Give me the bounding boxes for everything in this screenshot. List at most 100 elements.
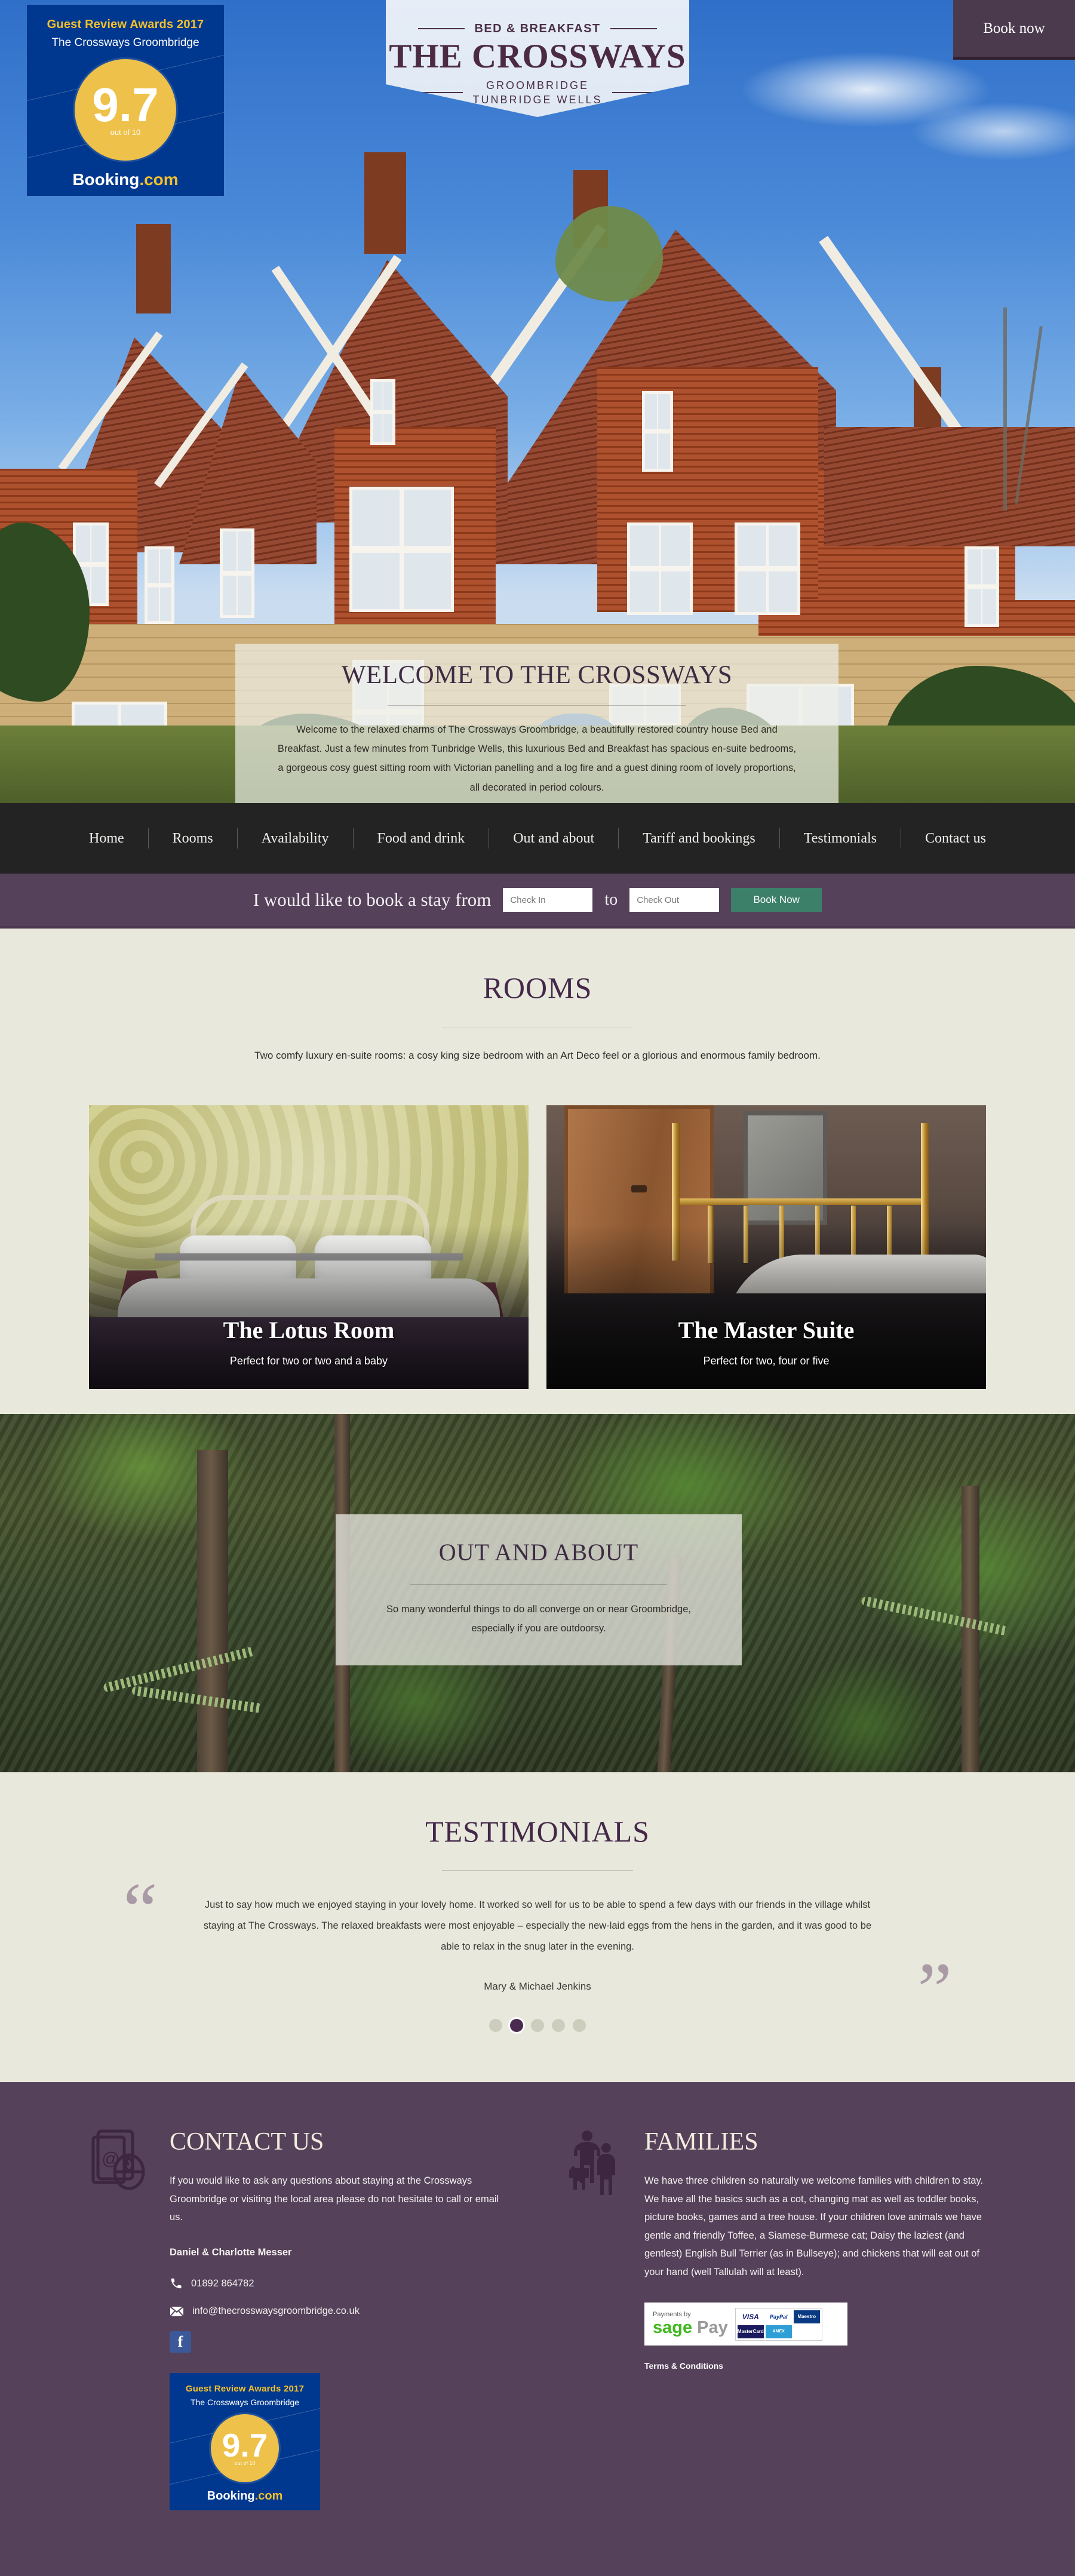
testimonial-pagination [0, 2019, 1075, 2033]
welcome-body: Welcome to the relaxed charms of The Cro… [277, 724, 797, 793]
rule-right [610, 28, 657, 29]
maestro-icon: Maestro [793, 2310, 820, 2323]
nav-item-availability[interactable]: Availability [238, 831, 353, 847]
nav-list: Home Rooms Availability Food and drink O… [65, 828, 1010, 849]
footer-badge-score-outof: out of 10 [234, 2460, 256, 2467]
contact-envelope-mouse-icon: @ [90, 2128, 149, 2510]
sagepay-badge: Payments by sage Pay VISA PayPal Maestro… [644, 2303, 847, 2346]
out-and-about-section: OUT AND ABOUT So many wonderful things t… [0, 1414, 1075, 1773]
page-root: Guest Review Awards 2017 The Crossways G… [0, 0, 1075, 2576]
testimonial-dot-5[interactable] [573, 2019, 586, 2033]
footer-badge-score-value: 9.7 [222, 2426, 268, 2464]
families-title: FAMILIES [644, 2128, 758, 2156]
room-caption-lotus: The Lotus Room Perfect for two or two an… [89, 1316, 529, 1367]
booking-bar-to: to [604, 890, 618, 909]
booking-bar: I would like to book a stay from to Book… [0, 874, 1075, 929]
out-and-about-divider [410, 1584, 667, 1585]
nav-link-testimonials[interactable]: Testimonials [780, 831, 901, 847]
out-and-about-panel: OUT AND ABOUT So many wonderful things t… [336, 1514, 742, 1666]
room-name-master: The Master Suite [678, 1317, 855, 1344]
family-with-dog-icon [564, 2128, 624, 2510]
nav-link-rooms[interactable]: Rooms [149, 831, 237, 847]
paypal-icon: PayPal [765, 2310, 792, 2323]
nav-item-out-and-about[interactable]: Out and about [489, 831, 618, 847]
amex-icon: AMEX [765, 2325, 792, 2338]
welcome-panel: WELCOME TO THE CROSSWAYS Welcome to the … [235, 644, 838, 803]
nav-link-contact-us[interactable]: Contact us [901, 831, 1010, 847]
room-name-lotus: The Lotus Room [223, 1317, 395, 1344]
footer-families-column: FAMILIES We have three children so natur… [564, 2128, 985, 2510]
book-now-button[interactable]: Book now [953, 0, 1075, 60]
logo-kicker: BED & BREAKFAST [418, 22, 657, 36]
booking-bar-submit-button[interactable]: Book Now [731, 888, 822, 912]
out-and-about-body: So many wonderful things to do all conve… [386, 1604, 691, 1634]
nav-link-availability[interactable]: Availability [238, 831, 353, 847]
nav-item-contact-us[interactable]: Contact us [901, 831, 1010, 847]
mastercard-icon: MasterCard [737, 2325, 764, 2338]
room-card-master[interactable]: The Master Suite Perfect for two, four o… [546, 1105, 986, 1390]
rule-left [418, 28, 465, 29]
contact-email-address: info@thecrosswaysgroombridge.co.uk [192, 2306, 360, 2317]
contact-body: CONTACT US If you would like to ask any … [170, 2128, 511, 2511]
accepted-cards: VISA PayPal Maestro MasterCard AMEX [735, 2307, 822, 2341]
nav-item-food-and-drink[interactable]: Food and drink [354, 831, 489, 847]
rooms-grid: The Lotus Room Perfect for two or two an… [0, 1105, 1075, 1390]
visa-icon: VISA [737, 2310, 764, 2323]
badge-score-circle: 9.7 out of 10 [75, 59, 176, 161]
main-navigation: Home Rooms Availability Food and drink O… [0, 803, 1075, 874]
welcome-divider [388, 705, 686, 706]
booking-bar-lead: I would like to book a stay from [253, 889, 492, 910]
testimonial-quote: Just to say how much we enjoyed staying … [203, 1899, 872, 1952]
contact-owner-names: Daniel & Charlotte Messer [170, 2246, 292, 2258]
phone-icon [171, 2279, 182, 2289]
room-card-lotus[interactable]: The Lotus Room Perfect for two or two an… [89, 1105, 529, 1390]
nav-item-home[interactable]: Home [65, 831, 148, 847]
facebook-icon[interactable]: f [170, 2331, 191, 2353]
testimonial-author: Mary & Michael Jenkins [484, 1981, 591, 1993]
families-text: We have three children so naturally we w… [644, 2175, 984, 2277]
testimonials-title: TESTIMONIALS [425, 1815, 650, 1849]
check-in-input[interactable] [503, 888, 593, 912]
rooms-blurb: Two comfy luxury en-suite rooms: a cosy … [254, 1050, 821, 1061]
contact-title: CONTACT US [170, 2128, 324, 2156]
footer-contact-column: @ CONTACT US If you would like to ask an… [90, 2128, 511, 2511]
nav-item-rooms[interactable]: Rooms [149, 831, 237, 847]
testimonial-dot-1[interactable] [489, 2019, 502, 2033]
hero-section: Guest Review Awards 2017 The Crossways G… [0, 0, 1075, 803]
out-and-about-title: OUT AND ABOUT [438, 1539, 639, 1566]
footer-badge-score-circle: 9.7 out of 10 [211, 2414, 279, 2483]
logo-brand-name: THE CROSSWAYS [389, 37, 686, 75]
nav-link-tariff-and-bookings[interactable]: Tariff and bookings [619, 831, 779, 847]
site-footer: @ CONTACT US If you would like to ask an… [0, 2082, 1075, 2576]
testimonials-section: TESTIMONIALS “ ” Just to say how much we… [0, 1772, 1075, 2083]
rooms-title: ROOMS [483, 971, 592, 1004]
rooms-section: ROOMS Two comfy luxury en-suite rooms: a… [0, 929, 1075, 1415]
contact-text: If you would like to ask any questions a… [170, 2175, 499, 2223]
contact-phone-row[interactable]: 01892 864782 [170, 2277, 511, 2290]
testimonial-dot-2[interactable] [510, 2019, 523, 2033]
room-tagline-master: Perfect for two, four or five [703, 1355, 830, 1367]
nav-link-out-and-about[interactable]: Out and about [489, 831, 618, 847]
nav-link-food-and-drink[interactable]: Food and drink [354, 831, 489, 847]
testimonials-divider [442, 1870, 633, 1871]
booking-award-badge-footer: Guest Review Awards 2017 The Crossways G… [170, 2373, 320, 2511]
testimonial-dot-3[interactable] [531, 2019, 544, 2033]
quote-close-icon: ” [917, 1947, 952, 2034]
badge-score-value: 9.7 [92, 78, 159, 131]
families-body: FAMILIES We have three children so natur… [644, 2128, 985, 2510]
check-out-input[interactable] [629, 888, 720, 912]
room-caption-master: The Master Suite Perfect for two, four o… [546, 1316, 986, 1367]
email-icon [170, 2306, 184, 2317]
nav-item-testimonials[interactable]: Testimonials [780, 831, 901, 847]
sagepay-logo: sage Pay [653, 2318, 728, 2337]
nav-link-home[interactable]: Home [65, 831, 148, 847]
booking-award-badge-hero: Guest Review Awards 2017 The Crossways G… [27, 5, 224, 196]
nav-item-tariff-and-bookings[interactable]: Tariff and bookings [619, 831, 779, 847]
welcome-title: WELCOME TO THE CROSSWAYS [341, 661, 733, 689]
contact-phone-number: 01892 864782 [191, 2277, 254, 2289]
room-tagline-lotus: Perfect for two or two and a baby [229, 1355, 388, 1367]
contact-email-row[interactable]: info@thecrosswaysgroombridge.co.uk [170, 2306, 511, 2317]
terms-and-conditions-link[interactable]: Terms & Conditions [644, 2361, 723, 2371]
testimonial-dot-4[interactable] [552, 2019, 565, 2033]
quote-open-icon: “ [123, 1867, 158, 1954]
